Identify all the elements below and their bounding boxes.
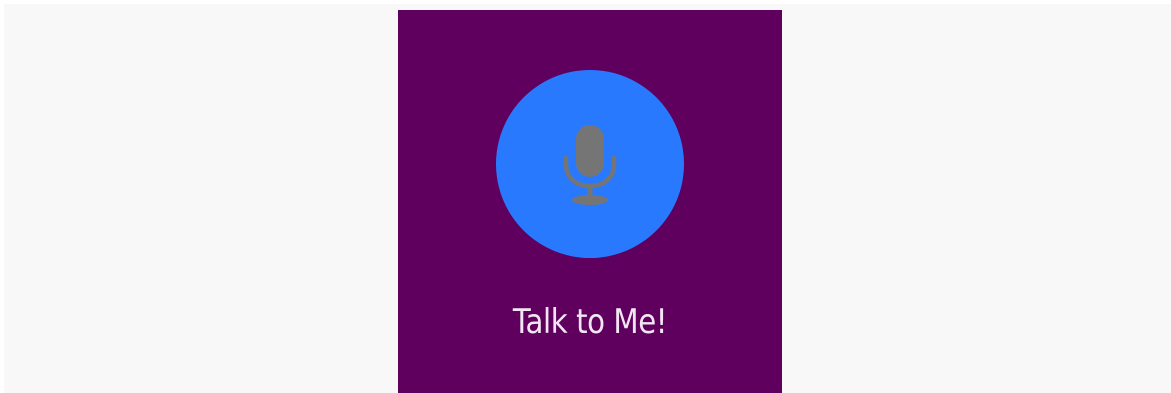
prompt-label: Talk to Me! — [512, 302, 668, 342]
microphone-icon — [563, 125, 617, 205]
voice-input-button[interactable] — [496, 70, 684, 258]
watch-screen: Talk to Me! — [398, 10, 782, 393]
